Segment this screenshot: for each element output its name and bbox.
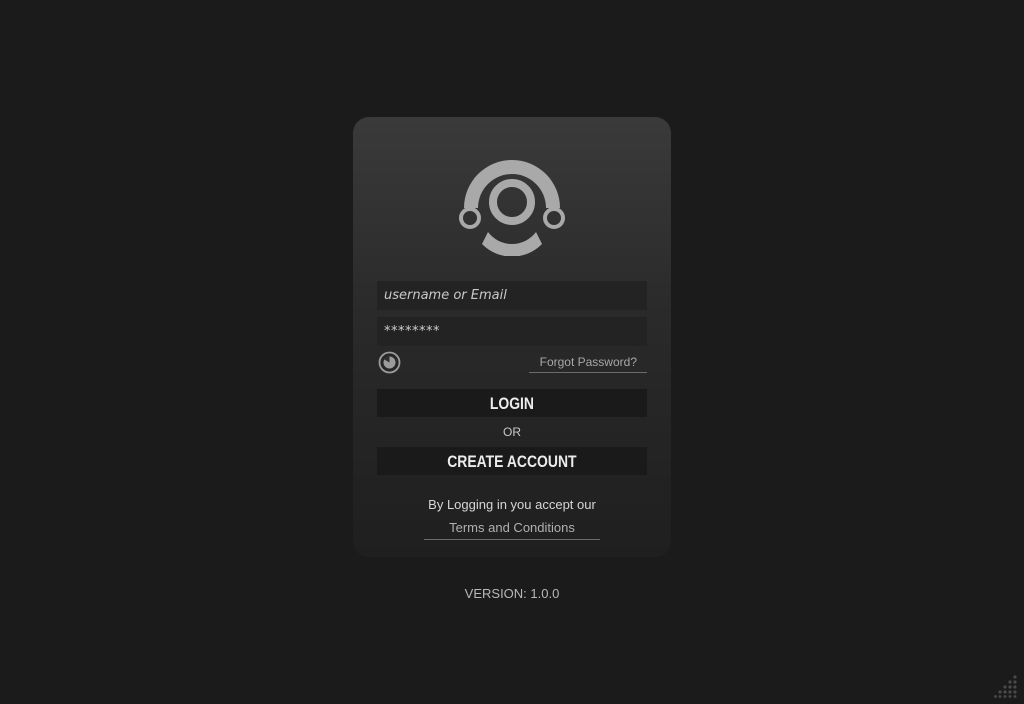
eye-toggle-icon[interactable]: [378, 351, 401, 374]
username-email-input[interactable]: [377, 281, 647, 310]
login-button-label: LOGIN: [489, 394, 535, 413]
resize-grip-icon[interactable]: [994, 674, 1018, 698]
login-button[interactable]: LOGIN: [377, 389, 647, 417]
terms-acceptance-text: By Logging in you accept our: [428, 497, 596, 512]
terms-and-conditions-link[interactable]: Terms and Conditions: [424, 520, 600, 540]
or-separator: OR: [503, 425, 521, 439]
version-label: VERSION: 1.0.0: [464, 586, 560, 601]
create-account-button-label: CREATE ACCOUNT: [447, 452, 577, 471]
radar-eye-logo-icon: [459, 160, 565, 256]
create-account-button[interactable]: CREATE ACCOUNT: [377, 447, 647, 475]
password-input[interactable]: [377, 317, 647, 346]
forgot-password-link[interactable]: Forgot Password?: [529, 355, 647, 373]
login-screen: Forgot Password? LOGIN OR CREATE ACCOUNT…: [0, 0, 1024, 704]
login-card: Forgot Password? LOGIN OR CREATE ACCOUNT…: [353, 117, 671, 557]
